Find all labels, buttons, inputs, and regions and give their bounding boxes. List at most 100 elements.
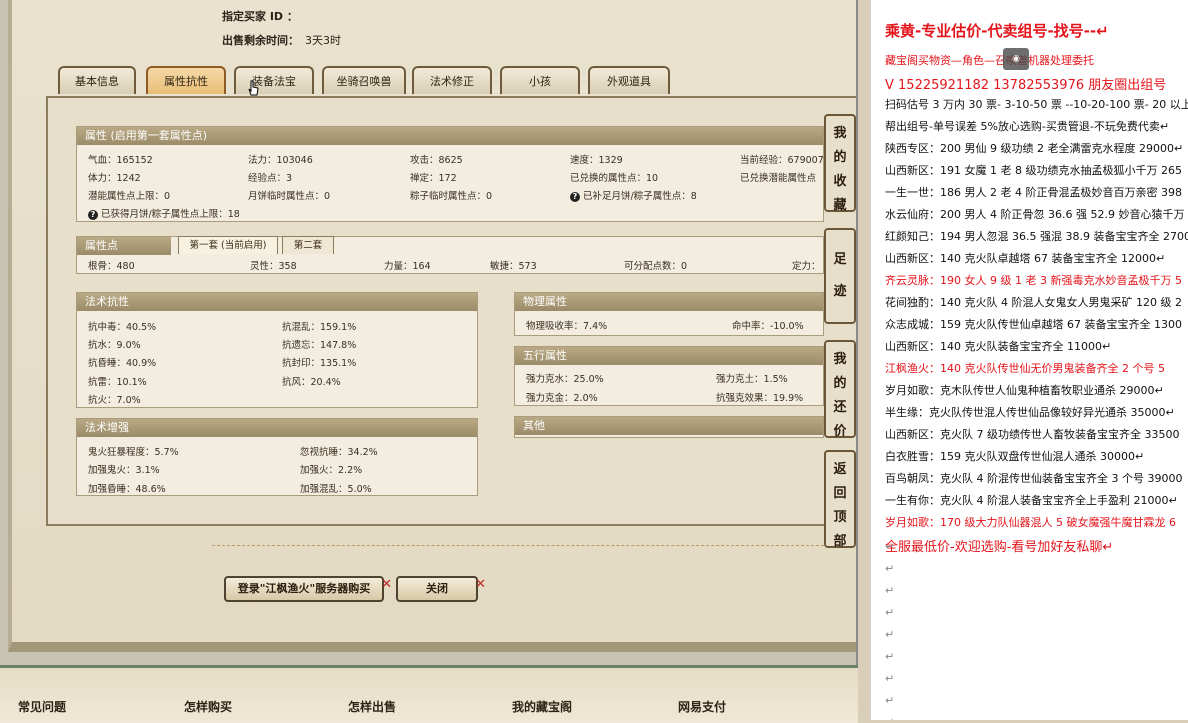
help-icon[interactable]: ? xyxy=(88,210,98,220)
resist-sleep: 抗昏睡：40.9% xyxy=(88,358,157,369)
mouse-cursor-icon xyxy=(248,80,259,96)
attr-stamina: 体力：1242 xyxy=(88,173,141,184)
paragraph-mark: ↵ xyxy=(885,606,895,619)
back-to-top-button[interactable]: 返回顶部 xyxy=(824,450,856,549)
document-line[interactable]: 岁月如歌：克木队传世人仙鬼种植畜牧职业通杀 29000↵ xyxy=(885,382,1164,398)
spell-resistance-header: 法术抗性 xyxy=(77,293,477,311)
remaining-time-label: 出售剩余时间： xyxy=(222,34,299,47)
footer-link-how-to-buy[interactable]: 怎样购买 xyxy=(184,698,232,715)
document-line[interactable]: 全服最低价-欢迎选购-看号加好友私聊↵ xyxy=(885,536,1113,555)
tab-appearance-items[interactable]: 外观道具 xyxy=(588,66,670,94)
game-window: 指定买家 ID ： 出售剩余时间： 3天3时 基本信息 属性抗性 装备法宝 坐骑召… xyxy=(0,0,858,690)
tab-point-set-2[interactable]: 第二套 xyxy=(282,236,334,254)
footer-link-netease-pay[interactable]: 网易支付 xyxy=(678,698,726,715)
close-button[interactable]: 关闭 ✕ xyxy=(396,576,486,602)
paragraph-mark: ↵ xyxy=(885,584,895,597)
my-bargain-button[interactable]: 我的还价 xyxy=(824,340,856,439)
attr-mooncake-temp: 月饼临时属性点：0 xyxy=(248,191,331,202)
footer-link-my-pavilion[interactable]: 我的藏宝阁 xyxy=(512,698,572,715)
document-line[interactable]: 齐云灵脉：190 女人 9 级 1 老 3 新强毒克水妙音孟极千万 5 xyxy=(885,272,1182,288)
points-magic: 灵性：358 xyxy=(250,261,297,272)
tab-attributes-resistance[interactable]: 属性抗性 xyxy=(146,66,226,94)
document-line[interactable]: 山西新区：140 克火队卓越塔 67 装备宝宝齐全 12000↵ xyxy=(885,250,1165,266)
paragraph-mark: ↵ xyxy=(885,628,895,641)
paragraph-mark: ↵ xyxy=(885,694,895,707)
tab-basic-info[interactable]: 基本信息 xyxy=(58,66,136,94)
paragraph-mark: ↵ xyxy=(885,716,894,720)
remaining-time-row: 出售剩余时间： 3天3时 xyxy=(222,32,341,48)
document-line[interactable]: 众志成城：159 克火队传世仙卓越塔 67 装备宝宝齐全 1300 xyxy=(885,316,1182,332)
attr-exchanged-points: 已兑换的属性点：10 xyxy=(570,173,659,184)
five-elements-header: 五行属性 xyxy=(515,347,823,365)
document-line[interactable]: 一生一世：186 男人 2 老 4 阶正骨混孟极妙音百万亲密 398 xyxy=(885,184,1182,200)
document-line[interactable]: 山西新区：191 女魔 1 老 8 级功绩克水抽孟极狐小千万 265 xyxy=(885,162,1182,178)
document-line[interactable]: 岁月如歌：170 级大力队仙器混人 5 破女魔强牛魔甘霖龙 6 xyxy=(885,514,1176,530)
enhance-fire: 加强火：2.2% xyxy=(300,465,363,476)
attr-speed: 速度：1329 xyxy=(570,155,623,166)
buyer-id-row: 指定买家 ID ： xyxy=(222,8,298,24)
attribute-points-header: 属性点 xyxy=(77,237,171,255)
spell-enhance-header: 法术增强 xyxy=(77,419,477,437)
five-resist-counter: 抗强克效果：19.9% xyxy=(716,393,804,404)
points-constitution: 根骨：480 xyxy=(88,261,135,272)
document-line[interactable]: 水云仙府：200 男人 4 阶正骨忽 36.6 强 52.9 妙音心猿千万 xyxy=(885,206,1184,222)
tab-mounts-summons[interactable]: 坐骑召唤兽 xyxy=(322,66,406,94)
help-icon[interactable]: ? xyxy=(570,192,580,202)
resist-fire: 抗火：7.0% xyxy=(88,395,141,406)
attr-exp: 当前经验：679007 xyxy=(740,155,824,166)
physical-hit: 命中率：-10.0% xyxy=(732,321,804,332)
document-pane: 乘黄-专业估价-代卖组号-找号--↵ 藏宝阁买物资—角色—召唤兽机器处理委托 V 1… xyxy=(870,0,1188,720)
document-line[interactable]: 红颜知己：194 男人忽混 36.5 强混 38.9 装备宝宝齐全 2700 xyxy=(885,228,1188,244)
attr-filled-points: ? 已补足月饼/粽子属性点：8 xyxy=(570,188,697,202)
attr-mp: 法力：103046 xyxy=(248,155,313,166)
footer-link-how-to-sell[interactable]: 怎样出售 xyxy=(348,698,396,715)
document-line[interactable]: 江枫渔火：140 克火队传世仙无价男鬼装备齐全 2 个号 5 xyxy=(885,360,1165,376)
document-line[interactable]: 扫码估号 3 万内 30 票- 3-10-50 票 --10-20-100 票-… xyxy=(885,96,1188,112)
document-line[interactable]: 白衣胜雪：159 克火队双盘传世仙混人通杀 30000↵ xyxy=(885,448,1144,464)
tab-spell-correction[interactable]: 法术修正 xyxy=(412,66,492,94)
footprints-button[interactable]: 足迹 xyxy=(824,228,856,324)
document-line[interactable]: 藏宝阁买物资—角色—召唤兽机器处理委托 xyxy=(885,52,1094,68)
document-line[interactable]: 花间独酌：140 克火队 4 阶混人女鬼女人男鬼采矿 120 级 2 xyxy=(885,294,1182,310)
remaining-time-value: 3天3时 xyxy=(305,34,341,47)
physical-header: 物理属性 xyxy=(515,293,823,311)
tab-equipment[interactable]: 装备法宝 xyxy=(234,66,314,94)
document-line[interactable]: V 15225921182 13782553976 朋友圈出组号 xyxy=(885,74,1166,93)
document-line[interactable]: 乘黄-专业估价-代卖组号-找号--↵ xyxy=(885,20,1109,41)
enhance-ghostfire: 加强鬼火：3.1% xyxy=(88,465,160,476)
paragraph-mark: ↵ xyxy=(885,562,895,575)
attribute-box-header: 属性 (启用第一套属性点) xyxy=(77,127,823,145)
tab-point-set-1[interactable]: 第一套 (当前启用) xyxy=(178,236,278,254)
attr-meditation: 禅定：172 xyxy=(410,173,457,184)
points-agility: 敏捷：573 xyxy=(490,261,537,272)
attr-exchanged-potential: 已兑换潜能属性点 xyxy=(740,173,817,184)
five-vs-metal: 强力克金：2.0% xyxy=(526,393,598,404)
login-purchase-button[interactable]: 登录"江枫渔火"服务器购买 ✕ xyxy=(224,576,392,602)
buyer-id-label: 指定买家 ID ： xyxy=(222,10,298,23)
tab-children[interactable]: 小孩 xyxy=(500,66,580,94)
watermark-badge: ◉ xyxy=(1003,48,1029,70)
resist-thunder: 抗雷：10.1% xyxy=(88,377,147,388)
document-line[interactable]: 半生缘：克火队传世混人传世仙品像较好异光通杀 35000↵ xyxy=(885,404,1175,420)
enhance-ghostfire-rage: 鬼火狂暴程度：5.7% xyxy=(88,447,179,458)
attr-attack: 攻击：8625 xyxy=(410,155,463,166)
document-line[interactable]: 帮出组号-单号误差 5%放心选购-买贵管退-不玩免费代卖↵ xyxy=(885,118,1169,134)
divider xyxy=(212,545,824,546)
document-line[interactable]: 山西新区：克火队 7 级功绩传世人畜牧装备宝宝齐全 33500 xyxy=(885,426,1179,442)
document-line[interactable]: 陕西专区：200 男仙 9 级功绩 2 老全满雷克水程度 29000↵ xyxy=(885,140,1183,156)
vertical-scrollbar[interactable] xyxy=(856,0,858,690)
enhance-chaos: 加强混乱：5.0% xyxy=(300,484,372,495)
resist-forget: 抗遗忘：147.8% xyxy=(282,340,357,351)
x-mark-icon: ✕ xyxy=(475,577,486,592)
resist-wind: 抗风：20.4% xyxy=(282,377,341,388)
my-favorites-button[interactable]: 我的收藏 xyxy=(824,114,856,213)
x-mark-icon: ✕ xyxy=(381,577,392,592)
footer-link-faq[interactable]: 常见问题 xyxy=(18,698,66,715)
document-line[interactable]: 山西新区：140 克火队装备宝宝齐全 11000↵ xyxy=(885,338,1111,354)
attr-hp: 气血：165152 xyxy=(88,155,153,166)
attr-potential-cap: 潜能属性点上限：0 xyxy=(88,191,171,202)
paragraph-mark: ↵ xyxy=(885,540,895,553)
physical-absorb: 物理吸收率：7.4% xyxy=(526,321,608,332)
document-line[interactable]: 一生有你：克火队 4 阶混人装备宝宝齐全上手盈利 21000↵ xyxy=(885,492,1178,508)
document-line[interactable]: 百鸟朝凤：克火队 4 阶混传世仙装备宝宝齐全 3 个号 39000 xyxy=(885,470,1182,486)
